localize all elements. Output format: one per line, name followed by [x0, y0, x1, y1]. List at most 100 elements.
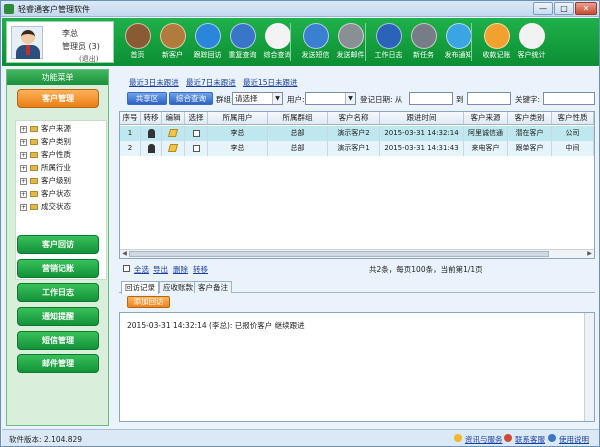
row-select-checkbox[interactable]: [185, 141, 208, 156]
vertical-scrollbar[interactable]: [584, 313, 594, 421]
expand-icon[interactable]: +: [20, 190, 27, 198]
toolbar-button-7[interactable]: 工作日志: [371, 21, 406, 64]
tree-item-label: 客户级别: [41, 176, 71, 185]
table-cell: 跟单客户: [508, 141, 552, 156]
tree-item[interactable]: + 客户性质: [20, 149, 71, 161]
row-select-checkbox[interactable]: [185, 126, 208, 141]
transfer-link[interactable]: 转移: [193, 264, 208, 275]
toolbar-button-2[interactable]: 跟踪回访: [190, 21, 225, 64]
scroll-left-icon[interactable]: ◀: [120, 250, 129, 258]
column-header[interactable]: 转移: [141, 112, 162, 125]
folder-icon: [30, 165, 38, 171]
tree-item[interactable]: + 客户来源: [20, 123, 71, 135]
avatar: [11, 26, 43, 59]
customer-grid: ◀ ▶ 序号 转移 编辑 选择 所属用户 所属群组 客户名称 跟进时间 客户来源 客户类别 客户性质…: [119, 111, 595, 259]
column-header[interactable]: 客户类别: [508, 112, 552, 125]
transfer-icon[interactable]: [141, 126, 162, 141]
tab-visit-records[interactable]: 回访记录: [121, 281, 159, 294]
horizontal-scrollbar[interactable]: ◀ ▶: [120, 249, 594, 258]
contact-support-link[interactable]: 联系客服: [515, 434, 545, 445]
expand-icon[interactable]: +: [20, 164, 27, 172]
menu-button-2[interactable]: 工作日志: [17, 283, 99, 302]
transfer-icon[interactable]: [141, 141, 162, 156]
expand-icon[interactable]: +: [20, 151, 27, 159]
column-header[interactable]: 客户名称: [328, 112, 380, 125]
menu-button-3[interactable]: 通知提醒: [17, 307, 99, 326]
recent-15-days-link[interactable]: 最近15日未跟进: [243, 77, 298, 88]
toolbar-button-6[interactable]: 发送邮件: [333, 21, 368, 64]
expand-icon[interactable]: +: [20, 138, 27, 146]
keyword-input[interactable]: [543, 92, 595, 105]
toolbar-button-3[interactable]: 重复查询: [225, 21, 260, 64]
scroll-right-icon[interactable]: ▶: [585, 250, 594, 258]
chevron-down-icon: ▼: [345, 93, 355, 104]
info-icon: [454, 434, 462, 442]
expand-icon[interactable]: +: [20, 125, 27, 133]
table-row[interactable]: 1 李总 总部 演示客户2 2015-03-31 14:32:14 阿里诚信通 潜在客户 公司: [120, 126, 594, 141]
toolbar-button-11[interactable]: 客户统计: [514, 21, 549, 64]
close-button[interactable]: ✕: [575, 2, 597, 15]
tab-receivables[interactable]: 应收账款: [159, 281, 197, 293]
tree-item[interactable]: + 客户类别: [20, 136, 71, 148]
select-all-link[interactable]: 全选: [134, 264, 149, 275]
user-panel: 李总 管理员 (3) (退出): [6, 21, 114, 63]
toolbar-button-0[interactable]: 首页: [120, 21, 155, 64]
table-row[interactable]: 2 李总 总部 演示客户1 2015-03-31 14:31:43 来电客户 跟单客户 中间: [120, 141, 594, 156]
user-guide-link[interactable]: 使用说明: [559, 434, 589, 445]
date-from-input[interactable]: [409, 92, 453, 105]
column-header[interactable]: 序号: [120, 112, 141, 125]
edit-icon[interactable]: [162, 126, 185, 141]
sms-icon: [302, 23, 329, 49]
menu-button-0[interactable]: 客户回访: [17, 235, 99, 254]
toolbar-button-1[interactable]: 新客户: [155, 21, 190, 64]
menu-button-4[interactable]: 短信管理: [17, 331, 99, 350]
group-select[interactable]: 请选择 ▼: [232, 92, 283, 105]
search-list-icon: [264, 23, 291, 49]
customer-management-button[interactable]: 客户管理: [17, 89, 99, 108]
expand-icon[interactable]: +: [20, 177, 27, 185]
user-select[interactable]: ▼: [305, 92, 356, 105]
new-customer-icon: [159, 23, 186, 49]
minimize-button[interactable]: —: [533, 2, 553, 15]
export-link[interactable]: 导出: [153, 264, 168, 275]
column-header[interactable]: 客户来源: [464, 112, 508, 125]
p-icon: [229, 23, 256, 49]
help-icon: [548, 434, 556, 442]
tab-customer-notes[interactable]: 客户备注: [194, 281, 232, 293]
maximize-button[interactable]: □: [554, 2, 574, 15]
shared-area-button[interactable]: 共享区: [127, 92, 167, 105]
add-visit-button[interactable]: 添加回访: [127, 296, 170, 308]
date-to-input[interactable]: [467, 92, 511, 105]
column-header[interactable]: 客户性质: [552, 112, 594, 125]
news-service-link[interactable]: 资讯与服务: [465, 434, 503, 445]
tree-item[interactable]: + 成交状态: [20, 201, 71, 213]
toolbar-button-10[interactable]: 收款记账: [479, 21, 514, 64]
recent-7-days-link[interactable]: 最近7日未跟进: [186, 77, 236, 88]
visit-log-entry: 2015-03-31 14:32:14 (李总): 已报价客户 继续跟进: [127, 321, 305, 330]
column-header[interactable]: 所属群组: [268, 112, 328, 125]
tree-item[interactable]: + 所属行业: [20, 162, 71, 174]
expand-icon[interactable]: +: [20, 203, 27, 211]
menu-button-1[interactable]: 营销记账: [17, 259, 99, 278]
column-header[interactable]: 选择: [185, 112, 208, 125]
logout-link[interactable]: (退出): [79, 54, 98, 64]
home-icon: [124, 23, 151, 49]
tree-item[interactable]: + 客户状态: [20, 188, 71, 200]
edit-icon[interactable]: [162, 141, 185, 156]
table-cell: 总部: [268, 126, 328, 141]
select-all-checkbox[interactable]: [123, 265, 130, 272]
toolbar-button-5[interactable]: 发送短信: [298, 21, 333, 64]
toolbar-label: 客户统计: [517, 51, 546, 59]
tree-item-label: 所属行业: [41, 163, 71, 172]
toolbar-button-8[interactable]: 新任务: [406, 21, 441, 64]
tree-item[interactable]: + 客户级别: [20, 175, 71, 187]
column-header[interactable]: 编辑: [162, 112, 185, 125]
recent-3-days-link[interactable]: 最近3日未跟进: [129, 77, 179, 88]
combined-search-button[interactable]: 综合查询: [169, 92, 213, 105]
column-header[interactable]: 所属用户: [208, 112, 268, 125]
menu-button-5[interactable]: 邮件管理: [17, 354, 99, 373]
column-header[interactable]: 跟进时间: [380, 112, 464, 125]
delete-link[interactable]: 删除: [173, 264, 188, 275]
toolbar-divider: [290, 23, 291, 61]
support-icon: [504, 434, 512, 442]
